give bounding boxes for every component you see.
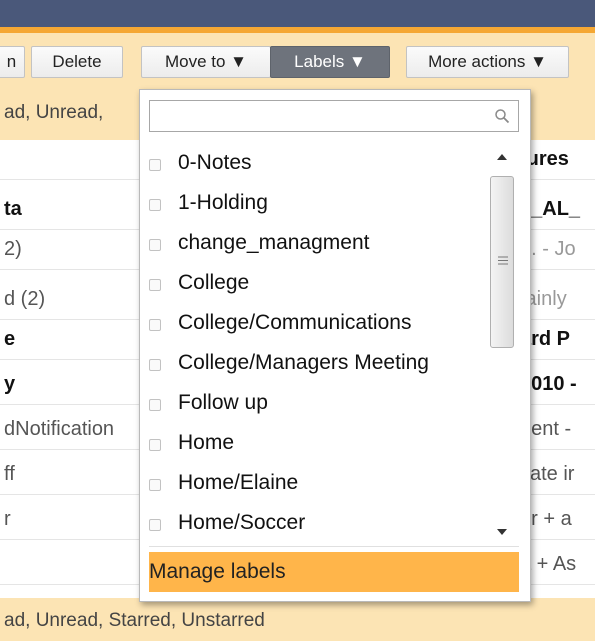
scroll-up-arrow-icon[interactable]	[494, 151, 510, 163]
label-checkbox[interactable]	[149, 479, 161, 491]
label-checkbox[interactable]	[149, 159, 161, 171]
label-item[interactable]: College/Communications	[149, 305, 489, 345]
label-checkbox[interactable]	[149, 519, 161, 531]
label-item-text: 1-Holding	[178, 191, 268, 214]
label-item-text: change_managment	[178, 231, 370, 254]
partial-button[interactable]: n	[0, 46, 25, 78]
label-item[interactable]: Follow up	[149, 385, 489, 425]
menu-divider	[149, 546, 519, 547]
label-checkbox[interactable]	[149, 199, 161, 211]
move-to-button[interactable]: Move to ▼	[141, 46, 271, 78]
label-item-text: Home	[178, 431, 235, 454]
label-item-text: College/Managers Meeting	[178, 351, 429, 374]
label-list-scrollbar[interactable]	[488, 140, 518, 540]
label-item[interactable]: Home	[149, 425, 489, 465]
label-checkbox[interactable]	[149, 439, 161, 451]
label-checkbox[interactable]	[149, 359, 161, 371]
label-checkbox[interactable]	[149, 239, 161, 251]
label-item[interactable]: College	[149, 265, 489, 305]
row-sender: r	[4, 508, 11, 530]
label-item-text: Home/Elaine	[178, 471, 299, 494]
action-toolbar: n Delete Move to ▼ Labels ▼ More actions…	[0, 33, 595, 90]
label-search-input[interactable]	[154, 104, 484, 128]
label-item[interactable]: Home/Soccer	[149, 505, 489, 545]
label-item-text: College	[178, 271, 250, 294]
scroll-thumb[interactable]	[490, 176, 514, 348]
select-links-bottom: ad, Unread, Starred, Unstarred	[0, 598, 595, 641]
label-item[interactable]: change_managment	[149, 225, 489, 265]
manage-labels-item[interactable]: Manage labels	[149, 552, 519, 592]
grip-icon	[498, 256, 508, 265]
row-sender: y	[4, 373, 16, 395]
more-actions-button[interactable]: More actions ▼	[406, 46, 569, 78]
labels-dropdown-menu: 0-Notes 1-Holding change_managment Colle…	[139, 89, 531, 602]
labels-button[interactable]: Labels ▼	[270, 46, 390, 78]
label-item-text: 0-Notes	[178, 151, 252, 174]
label-search-box	[149, 100, 519, 132]
label-item-text: Home/Soccer	[178, 511, 306, 534]
top-header-bar	[0, 0, 595, 27]
row-sender: 2)	[4, 238, 22, 260]
label-item[interactable]: 0-Notes	[149, 145, 489, 185]
label-checkbox[interactable]	[149, 319, 161, 331]
label-item-text: Follow up	[178, 391, 268, 414]
label-checkbox[interactable]	[149, 399, 161, 411]
select-links-text[interactable]: ad, Unread, Starred, Unstarred	[4, 610, 265, 632]
row-sender: ff	[4, 463, 15, 485]
scroll-down-arrow-icon[interactable]	[494, 526, 510, 538]
label-item[interactable]: College/Managers Meeting	[149, 345, 489, 385]
search-icon	[495, 109, 510, 124]
label-item[interactable]: Home/Elaine	[149, 465, 489, 505]
row-sender: e	[4, 328, 16, 350]
row-sender: dNotification	[4, 418, 115, 440]
row-sender: ta	[4, 198, 22, 220]
row-sender: d (2)	[4, 288, 46, 310]
select-links-text[interactable]: ad, Unread,	[4, 102, 103, 124]
label-item[interactable]: 1-Holding	[149, 185, 489, 225]
label-item-text: College/Communications	[178, 311, 412, 334]
delete-button[interactable]: Delete	[31, 46, 123, 78]
label-checkbox[interactable]	[149, 279, 161, 291]
manage-labels-text: Manage labels	[149, 560, 286, 583]
